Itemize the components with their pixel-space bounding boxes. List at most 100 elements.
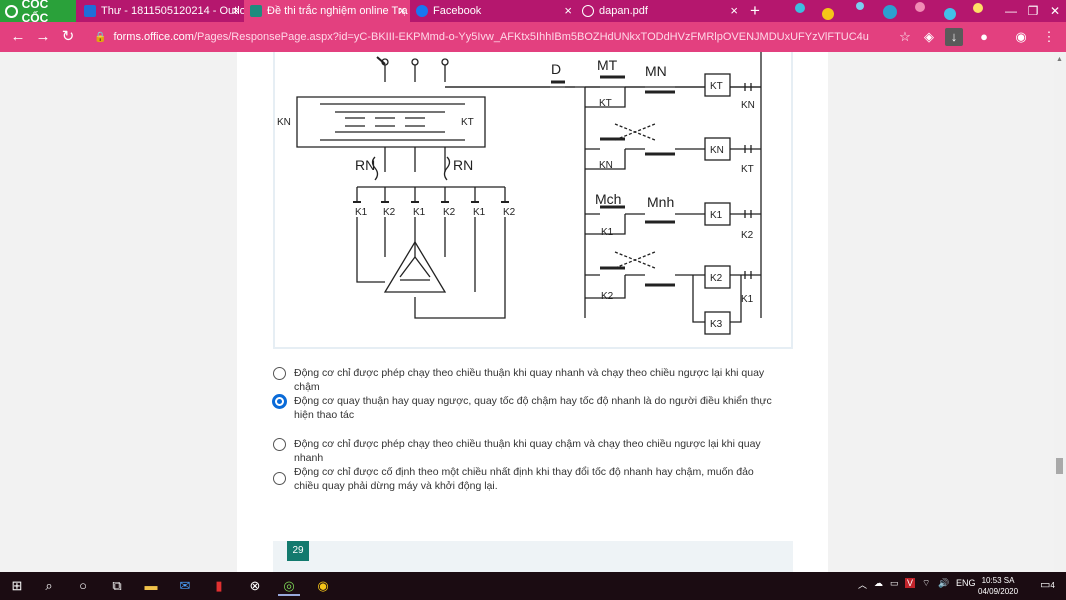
tray-overflow-icon[interactable]: ︿ [858,578,867,591]
label-rn-right: RN [453,157,473,173]
label-mnh: Mnh [647,194,674,210]
clock-time: 10:53 SA [981,576,1015,585]
new-tab-button[interactable]: + [745,1,765,21]
radio-button[interactable] [273,472,286,485]
circuit-diagram-image: D MT MN RN RN Mch Mnh KT KN K1 K2 K3 KN … [273,52,793,349]
chrome-icon[interactable]: ◉ [312,576,334,596]
extension-icon[interactable]: ● [975,28,993,46]
circuit-diagram: D MT MN RN RN Mch Mnh KT KN K1 K2 K3 KN … [277,52,762,335]
url-path: /Pages/ResponsePage.aspx?id=yC-BKIII-EKP… [193,31,869,43]
globe-icon [582,5,594,17]
bookmark-star-icon[interactable]: ☆ [896,28,914,46]
task-view-icon[interactable]: ⧉ [106,576,128,596]
label-kt-aux: KT [599,98,612,109]
video-app-icon[interactable]: ▮ [208,576,230,596]
volume-icon[interactable]: 🔊 [938,578,949,589]
tab-dapan-pdf[interactable]: dapan.pdf × [576,0,742,22]
address-toolbar: ← → ↻ 🔒 forms.office.com /Pages/Response… [0,22,1066,52]
search-icon[interactable]: ⌕ [38,576,60,596]
label-k2-c: K2 [503,207,516,218]
browser-tab-strip: CỐC CỐC Thư - 1811505120214 - Outlo × Đề… [0,0,1066,25]
close-icon[interactable]: × [232,3,240,18]
tab-title: Thư - 1811505120214 - Outlo [101,5,244,17]
label-kt-power: KT [461,117,474,128]
network-icon[interactable]: ▭ [890,578,899,589]
label-coil-k2: K2 [710,273,723,284]
tab-facebook[interactable]: Facebook × [410,0,576,22]
facebook-icon [416,5,428,17]
windows-start-icon[interactable]: ⊞ [6,576,28,596]
label-contact-k1: K1 [741,294,754,305]
minimize-button[interactable]: — [1000,0,1022,22]
label-kn-aux: KN [599,160,613,171]
maximize-button[interactable]: ❐ [1022,0,1044,22]
reload-button[interactable]: ↻ [58,27,78,47]
url-host: forms.office.com [113,31,194,43]
label-k2-a: K2 [383,207,396,218]
answer-option-1[interactable]: Động cơ chỉ được phép chạy theo chiều th… [273,366,773,394]
answer-option-2[interactable]: Động cơ quay thuận hay quay ngược, quay … [273,394,773,422]
label-d: D [551,61,561,77]
taskbar-clock[interactable]: 10:53 SA 04/09/2020 [978,575,1018,597]
download-icon[interactable]: ↓ [945,28,963,46]
coccoc-menu-button[interactable]: CỐC CỐC [0,0,76,25]
tab-outlook[interactable]: Thư - 1811505120214 - Outlo × [78,0,244,22]
notification-center-icon[interactable]: ▭4 [1040,578,1055,591]
wifi-icon[interactable]: ⌔ [922,578,930,589]
lock-icon: 🔒 [94,31,107,43]
shield-icon[interactable]: ◈ [920,28,938,46]
scroll-up-arrow-icon[interactable]: ▲ [1056,56,1064,64]
xbox-icon[interactable]: ⊗ [244,576,266,596]
label-mn: MN [645,63,667,79]
label-mch: Mch [595,191,621,207]
page-scrollbar[interactable] [1054,52,1066,572]
theme-flowers-decoration [795,2,983,20]
label-k1-aux: K1 [601,227,614,238]
next-question-block: 29 [273,541,793,572]
onedrive-icon[interactable]: ☁ [874,578,883,589]
label-k2-aux: K2 [601,291,614,302]
label-coil-kt: KT [710,81,723,92]
label-coil-k1: K1 [710,210,723,221]
close-icon[interactable]: × [398,3,406,18]
tab-forms[interactable]: Đề thi trắc nghiệm online Trạ × [244,0,410,22]
file-explorer-icon[interactable]: ▬ [140,576,162,596]
scrollbar-thumb[interactable] [1056,458,1063,474]
forward-button[interactable]: → [33,27,53,47]
coccoc-taskbar-icon[interactable]: ◎ [278,576,300,596]
outlook-icon [84,5,96,17]
cortana-icon[interactable]: ○ [72,576,94,596]
label-rn-left: RN [355,157,375,173]
label-kn-power: KN [277,117,291,128]
option-text: Động cơ chỉ được cố định theo một chiều … [294,466,754,492]
option-text: Động cơ chỉ được phép chạy theo chiều th… [294,438,761,464]
label-k2-b: K2 [443,207,456,218]
close-icon[interactable]: × [564,3,572,18]
radio-button[interactable] [273,367,286,380]
option-text: Động cơ quay thuận hay quay ngược, quay … [294,395,772,421]
coccoc-logo-icon [5,4,18,18]
answer-option-4[interactable]: Động cơ chỉ được cố định theo một chiều … [273,465,773,493]
tab-title: dapan.pdf [599,5,648,17]
label-k1-b: K1 [413,207,426,218]
answer-option-3[interactable]: Động cơ chỉ được phép chạy theo chiều th… [273,437,773,465]
label-k1-a: K1 [355,207,368,218]
option-text: Động cơ chỉ được phép chạy theo chiều th… [294,367,765,393]
language-indicator[interactable]: ENG [956,578,976,588]
antivirus-icon[interactable]: V [905,578,916,588]
profile-icon[interactable]: ◉ [1012,28,1030,46]
windows-taskbar: ⊞ ⌕ ○ ⧉ ▬ ✉ ▮ ⊗ ◎ ◉ ︿ ☁ ▭ V ⌔ 🔊 ENG 10:5… [0,572,1066,600]
radio-button[interactable] [273,438,286,451]
browser-menu-icon[interactable]: ⋮ [1040,28,1058,46]
mail-icon[interactable]: ✉ [174,576,196,596]
back-button[interactable]: ← [8,27,28,47]
radio-button-selected[interactable] [273,395,286,408]
close-icon[interactable]: × [730,3,738,18]
tab-title: Facebook [433,5,482,17]
label-contact-kt: KT [741,164,754,175]
url-field[interactable]: 🔒 forms.office.com /Pages/ResponsePage.a… [88,25,972,49]
close-window-button[interactable]: ✕ [1044,0,1066,22]
label-contact-kn: KN [741,100,755,111]
tab-title: Đề thi trắc nghiệm online Trạ [267,5,408,17]
forms-icon [250,5,262,17]
